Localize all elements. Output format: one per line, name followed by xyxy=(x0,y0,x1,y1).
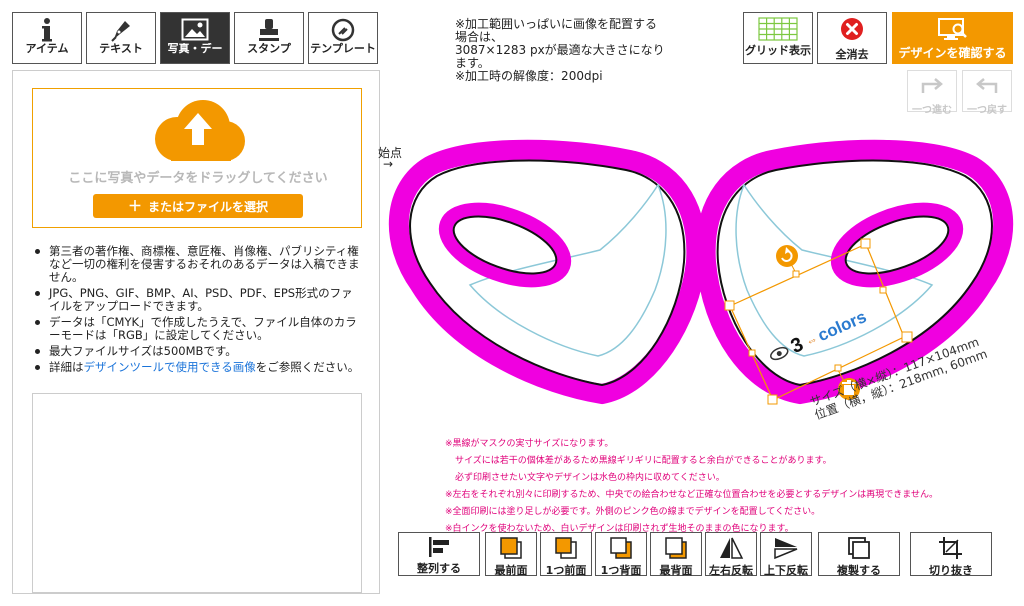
warning-line: ※黒線がマスクの実寸サイズになります。 xyxy=(445,439,614,449)
flip-horizontal-button[interactable]: 左右反転 xyxy=(705,532,757,577)
resize-handle[interactable] xyxy=(879,286,887,294)
bring-front-label: 最前面 xyxy=(494,564,528,577)
undo-icon xyxy=(974,75,1000,99)
grid-toggle-button[interactable]: グリッド表示 xyxy=(743,12,813,64)
send-back-icon xyxy=(663,536,689,560)
right-mask-ear-bleed xyxy=(830,202,964,288)
warning-line: サイズには若干の個体差があるため黒線ギリギリに配置すると余白ができることがありま… xyxy=(455,456,832,466)
tab-label: スタンプ xyxy=(247,42,291,55)
three-colors-logo: 3 ⇔ colors xyxy=(770,307,869,361)
tab-text[interactable]: テキスト xyxy=(86,12,156,64)
send-backward-label: 1つ背面 xyxy=(600,564,642,577)
resize-handle[interactable] xyxy=(724,300,735,311)
left-mask-ear-bleed xyxy=(438,202,572,288)
flip-horizontal-icon xyxy=(718,536,744,560)
close-circle-icon xyxy=(840,17,864,45)
flip-horizontal-label: 左右反転 xyxy=(709,564,753,577)
note-item: データは「CMYK」で作成したうえで、ファイル自体のカラーモードは「RGB」に設… xyxy=(33,316,363,342)
resize-handle[interactable] xyxy=(767,394,778,405)
tab-stamp[interactable]: スタンプ xyxy=(234,12,304,64)
rotate-icon[interactable] xyxy=(776,245,798,267)
crop-icon xyxy=(938,536,964,560)
upload-panel: ここに写真やデータをドラッグしてください ＋ またはファイルを選択 第三者の著作… xyxy=(12,70,380,594)
bring-forward-icon xyxy=(553,536,579,560)
resize-handle[interactable] xyxy=(748,349,756,357)
undo-label: 一つ戻す xyxy=(967,105,1007,116)
warning-line: ※左右をそれぞれ別々に印刷するため、中央での絵合わせなど正確な位置合わせを必要と… xyxy=(445,490,939,500)
template-icon xyxy=(330,17,356,43)
bring-front-icon xyxy=(498,536,524,560)
printing-warnings: ※黒線がマスクの実寸サイズになります。 サイズには若干の個体差があるため黒線ギリ… xyxy=(445,436,1005,533)
resize-handle[interactable] xyxy=(901,331,913,343)
pen-icon xyxy=(108,17,134,43)
upload-dropzone[interactable]: ここに写真やデータをドラッグしてください ＋ またはファイルを選択 xyxy=(32,88,362,228)
resize-handle[interactable] xyxy=(834,364,842,372)
left-mask-template xyxy=(388,139,707,405)
send-to-back-button[interactable]: 最背面 xyxy=(650,532,702,577)
crop-button[interactable]: 切り抜き xyxy=(910,532,992,577)
align-label: 整列する xyxy=(417,562,461,575)
tab-template[interactable]: テンプレート xyxy=(308,12,378,64)
redo-button[interactable]: 一つ進む xyxy=(907,70,957,116)
note-suffix: をご参照ください。 xyxy=(255,360,360,374)
send-back-label: 最背面 xyxy=(659,564,693,577)
clear-all-button[interactable]: 全消去 xyxy=(817,12,887,64)
monitor-search-icon xyxy=(937,17,969,47)
align-icon xyxy=(426,536,452,558)
tab-label: アイテム xyxy=(25,42,69,55)
stamp-icon xyxy=(256,17,282,43)
plus-icon: ＋ xyxy=(127,199,142,215)
send-backward-icon xyxy=(608,536,634,560)
tab-label: テンプレート xyxy=(310,42,376,55)
logo-word: colors xyxy=(815,307,869,345)
note-item: 最大ファイルサイズは500MBです。 xyxy=(33,345,363,358)
bring-forward-button[interactable]: 1つ前面 xyxy=(540,532,592,577)
info-icon xyxy=(34,17,60,43)
usable-images-link[interactable]: デザインツールで使用できる画像 xyxy=(84,360,256,374)
bring-forward-label: 1つ前面 xyxy=(545,564,587,577)
upload-notes: 第三者の著作権、商標権、意匠権、肖像権、パブリシティ権など一切の権利を侵害するお… xyxy=(33,245,363,377)
tab-item[interactable]: アイテム xyxy=(12,12,82,64)
warning-line: ※全面印刷には塗り足しが必要です。外側のピンク色の線までデザインを配置してくださ… xyxy=(445,507,821,517)
duplicate-icon xyxy=(846,536,872,560)
note-item-detail: 詳細はデザインツールで使用できる画像をご参照ください。 xyxy=(33,361,363,374)
uploaded-images-list[interactable] xyxy=(32,393,362,593)
info-line: ※加工時の解像度：200dpi xyxy=(455,69,603,83)
flip-vertical-button[interactable]: 上下反転 xyxy=(760,532,812,577)
cloud-upload-icon xyxy=(147,99,249,167)
confirm-label: デザインを確認する xyxy=(898,46,1007,60)
confirm-design-button[interactable]: デザインを確認する xyxy=(892,12,1013,64)
select-file-button[interactable]: ＋ またはファイルを選択 xyxy=(93,194,303,218)
crop-label: 切り抜き xyxy=(929,564,973,577)
note-prefix: 詳細は xyxy=(49,360,84,374)
clear-label: 全消去 xyxy=(835,48,869,61)
grid-label: グリッド表示 xyxy=(745,44,811,57)
duplicate-label: 複製する xyxy=(837,564,881,577)
tab-photo-data[interactable]: 写真・デー xyxy=(160,12,230,64)
tab-label: テキスト xyxy=(99,42,143,55)
image-icon xyxy=(181,17,209,43)
flip-vertical-label: 上下反転 xyxy=(764,564,808,577)
note-item: 第三者の著作権、商標権、意匠権、肖像権、パブリシティ権など一切の権利を侵害するお… xyxy=(33,245,363,284)
bring-to-front-button[interactable]: 最前面 xyxy=(485,532,537,577)
grid-icon xyxy=(758,17,798,45)
tab-label: 写真・デー xyxy=(167,43,223,55)
redo-label: 一つ進む xyxy=(912,105,952,116)
warning-line: 必ず印刷させたい文字やデザインは水色の枠内に収めてください。 xyxy=(455,473,725,483)
duplicate-button[interactable]: 複製する xyxy=(818,532,900,577)
note-item: JPG、PNG、GIF、BMP、AI、PSD、PDF、EPS形式のファイルをアッ… xyxy=(33,287,363,313)
redo-icon xyxy=(919,75,945,99)
tool-tabs: アイテム テキスト 写真・デー スタンプ テンプレート xyxy=(12,12,378,64)
select-file-label: またはファイルを選択 xyxy=(147,199,268,214)
send-backward-button[interactable]: 1つ背面 xyxy=(595,532,647,577)
processing-info: ※加工範囲いっぱいに画像を配置する 場合は、 3087×1283 pxが最適な大… xyxy=(455,18,665,83)
drop-text: ここに写真やデータをドラッグしてください xyxy=(68,171,328,186)
flip-vertical-icon xyxy=(773,536,799,560)
design-tool: アイテム テキスト 写真・デー スタンプ テンプレート ここに写真やデータをドラ… xyxy=(0,0,1024,606)
eye-logo-icon xyxy=(770,346,789,361)
undo-button[interactable]: 一つ戻す xyxy=(962,70,1012,116)
resize-handle[interactable] xyxy=(792,270,800,278)
resize-handle[interactable] xyxy=(860,238,871,249)
align-button[interactable]: 整列する xyxy=(398,532,480,576)
